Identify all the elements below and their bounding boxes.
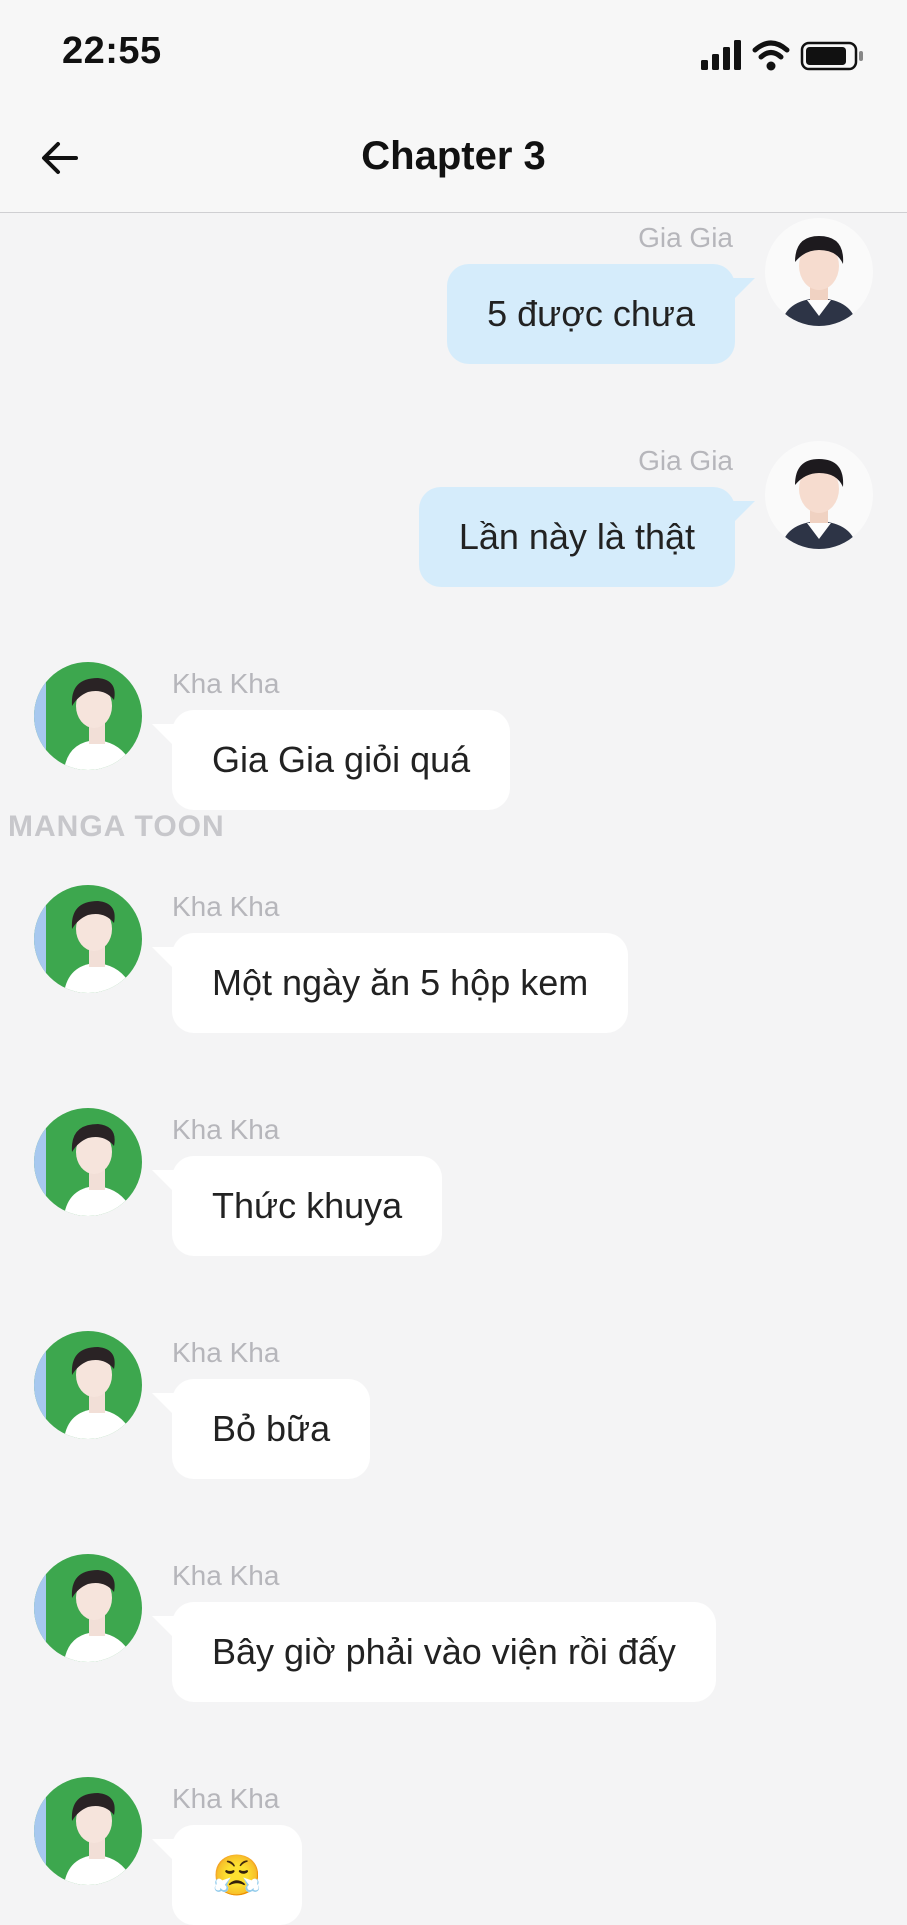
avatar[interactable] xyxy=(34,662,142,770)
sender-name: Kha Kha xyxy=(172,891,280,922)
avatar[interactable] xyxy=(34,1108,142,1216)
message-bubble[interactable]: 😤 xyxy=(172,1825,302,1925)
message-bubble[interactable]: Thức khuya xyxy=(172,1156,443,1256)
message-item: Kha Kha 😤 xyxy=(0,1773,907,1925)
sender-name: Kha Kha xyxy=(172,1337,280,1368)
sender-name: Gia Gia xyxy=(638,445,733,476)
message-text: Lần này là thật xyxy=(458,516,695,557)
status-icons xyxy=(701,38,871,72)
message-text: Gia Gia giỏi quá xyxy=(212,739,471,780)
bubble-tail xyxy=(152,1393,174,1415)
sender-name: Kha Kha xyxy=(172,668,280,699)
sender-name: Gia Gia xyxy=(638,222,733,253)
sender-name: Kha Kha xyxy=(172,1783,280,1814)
bubble-tail xyxy=(152,947,174,969)
message-item: Kha Kha Bỏ bữa xyxy=(0,1327,907,1547)
message-bubble[interactable]: 5 được chưa xyxy=(447,264,735,364)
message-item: Gia Gia 5 được chưa xyxy=(0,212,907,432)
message-item: Kha Kha Gia Gia giỏi quá xyxy=(0,658,907,878)
avatar[interactable] xyxy=(34,1777,142,1885)
message-text: 😤 xyxy=(212,1853,262,1898)
page-title: Chapter 3 xyxy=(361,134,546,178)
message-item: Gia Gia Lần này là thật xyxy=(0,435,907,655)
top-bar: 22:55 Chapter 3 xyxy=(0,0,907,213)
message-text: Thức khuya xyxy=(212,1185,403,1226)
avatar[interactable] xyxy=(765,441,873,549)
message-item: Kha Kha Bây giờ phải vào viện rồi đấy xyxy=(0,1550,907,1770)
sender-name: Kha Kha xyxy=(172,1560,280,1591)
battery-icon xyxy=(800,41,863,71)
cellular-signal-icon xyxy=(701,40,741,70)
avatar[interactable] xyxy=(34,885,142,993)
message-text: 5 được chưa xyxy=(487,293,695,334)
message-item: Kha Kha Thức khuya xyxy=(0,1104,907,1324)
avatar[interactable] xyxy=(34,1331,142,1439)
bubble-tail xyxy=(733,278,755,300)
bubble-tail xyxy=(152,1839,174,1861)
bubble-tail xyxy=(152,1616,174,1638)
wifi-icon xyxy=(752,40,790,71)
message-bubble[interactable]: Lần này là thật xyxy=(418,487,735,587)
message-bubble[interactable]: Bây giờ phải vào viện rồi đấy xyxy=(172,1602,716,1702)
status-time: 22:55 xyxy=(62,30,162,72)
avatar[interactable] xyxy=(34,1554,142,1662)
message-bubble[interactable]: Một ngày ăn 5 hộp kem xyxy=(172,933,629,1033)
message-bubble[interactable]: Gia Gia giỏi quá xyxy=(172,710,511,810)
message-text: Một ngày ăn 5 hộp kem xyxy=(212,962,589,1003)
bubble-tail xyxy=(733,501,755,523)
bubble-tail xyxy=(152,1170,174,1192)
message-text: Bây giờ phải vào viện rồi đấy xyxy=(212,1631,676,1672)
message-bubble[interactable]: Bỏ bữa xyxy=(172,1379,371,1479)
message-item: Kha Kha Một ngày ăn 5 hộp kem xyxy=(0,881,907,1101)
message-text: Bỏ bữa xyxy=(212,1408,331,1449)
watermark: MANGA TOON xyxy=(8,810,225,843)
avatar[interactable] xyxy=(765,218,873,326)
bubble-tail xyxy=(152,724,174,746)
sender-name: Kha Kha xyxy=(172,1114,280,1145)
